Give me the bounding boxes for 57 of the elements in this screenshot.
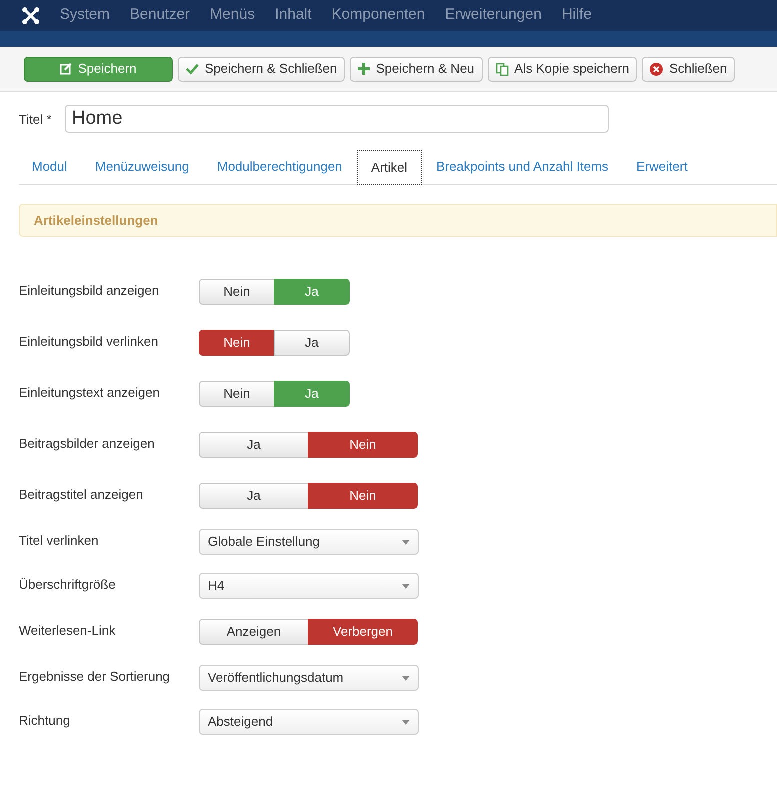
- caret-icon: [402, 720, 410, 724]
- field-label: Einleitungsbild verlinken: [19, 333, 160, 351]
- toggle-option[interactable]: Nein: [308, 432, 418, 458]
- toolbar-button[interactable]: Speichern & Neu: [350, 56, 483, 82]
- toggle-option[interactable]: Anzeigen: [199, 619, 309, 645]
- field-label: Beitragsbilder anzeigen: [19, 435, 156, 453]
- caret-icon: [402, 584, 410, 588]
- title-field[interactable]: Home: [65, 105, 609, 133]
- logo-icon: [22, 6, 40, 24]
- menu-item[interactable]: Benutzer: [130, 4, 190, 27]
- menu-item[interactable]: Menüs: [210, 4, 256, 27]
- field-label: Titel *: [19, 111, 53, 129]
- toggle-option[interactable]: Nein: [308, 483, 418, 509]
- toggle-option[interactable]: Nein: [199, 381, 275, 407]
- tab[interactable]: Erweitert: [624, 149, 701, 184]
- menu-item[interactable]: Hilfe: [562, 4, 592, 27]
- select-field[interactable]: H4: [199, 573, 419, 599]
- field-label: Ergebnisse der Sortierung: [19, 668, 172, 686]
- select-field[interactable]: Absteigend: [199, 709, 419, 735]
- toolbar-button[interactable]: Als Kopie speichern: [488, 56, 638, 82]
- caret-icon: [402, 540, 410, 544]
- toggle-option[interactable]: Ja: [199, 483, 309, 509]
- toggle-option[interactable]: Ja: [274, 279, 350, 305]
- menu-item[interactable]: Komponenten: [332, 4, 426, 27]
- section-heading: Artikeleinstellungen: [19, 204, 777, 237]
- field-label: Überschriftgröße: [19, 576, 117, 594]
- field-label: Beitragstitel anzeigen: [19, 486, 144, 504]
- tab[interactable]: Menüzuweisung: [82, 149, 202, 184]
- toolbar-button[interactable]: Speichern: [24, 56, 173, 82]
- toggle-option[interactable]: Ja: [274, 381, 350, 407]
- field-label: Einleitungsbild anzeigen: [19, 282, 160, 300]
- field-label: Einleitungstext anzeigen: [19, 384, 161, 402]
- select-field[interactable]: Veröffentlichungsdatum: [199, 665, 419, 691]
- field-label: Weiterlesen-Link: [19, 622, 117, 640]
- toggle-option[interactable]: Ja: [274, 330, 350, 356]
- menu-item[interactable]: Inhalt: [275, 4, 312, 27]
- toolbar-button[interactable]: Speichern & Schließen: [178, 56, 346, 82]
- toggle-option[interactable]: Nein: [199, 279, 275, 305]
- toggle-option[interactable]: Ja: [199, 432, 309, 458]
- select-field[interactable]: Globale Einstellung: [199, 529, 419, 555]
- close-icon: [650, 62, 664, 76]
- check-icon: [186, 63, 199, 75]
- plus-icon: [358, 63, 370, 75]
- field-label: Titel verlinken: [19, 532, 100, 550]
- tab[interactable]: Modulberechtigungen: [204, 149, 356, 184]
- toolbar-button[interactable]: Schließen: [642, 56, 736, 82]
- field-label: Richtung: [19, 712, 72, 730]
- menu-item[interactable]: System: [60, 4, 110, 27]
- copy-icon: [496, 62, 509, 76]
- edit-icon: [60, 63, 72, 75]
- menu-item[interactable]: Erweiterungen: [445, 4, 542, 27]
- tab[interactable]: Breakpoints und Anzahl Items: [424, 149, 622, 184]
- toggle-option[interactable]: Verbergen: [308, 619, 418, 645]
- tab[interactable]: Artikel: [357, 150, 422, 185]
- tab[interactable]: Modul: [19, 149, 80, 184]
- toggle-option[interactable]: Nein: [199, 330, 275, 356]
- caret-icon: [402, 676, 410, 680]
